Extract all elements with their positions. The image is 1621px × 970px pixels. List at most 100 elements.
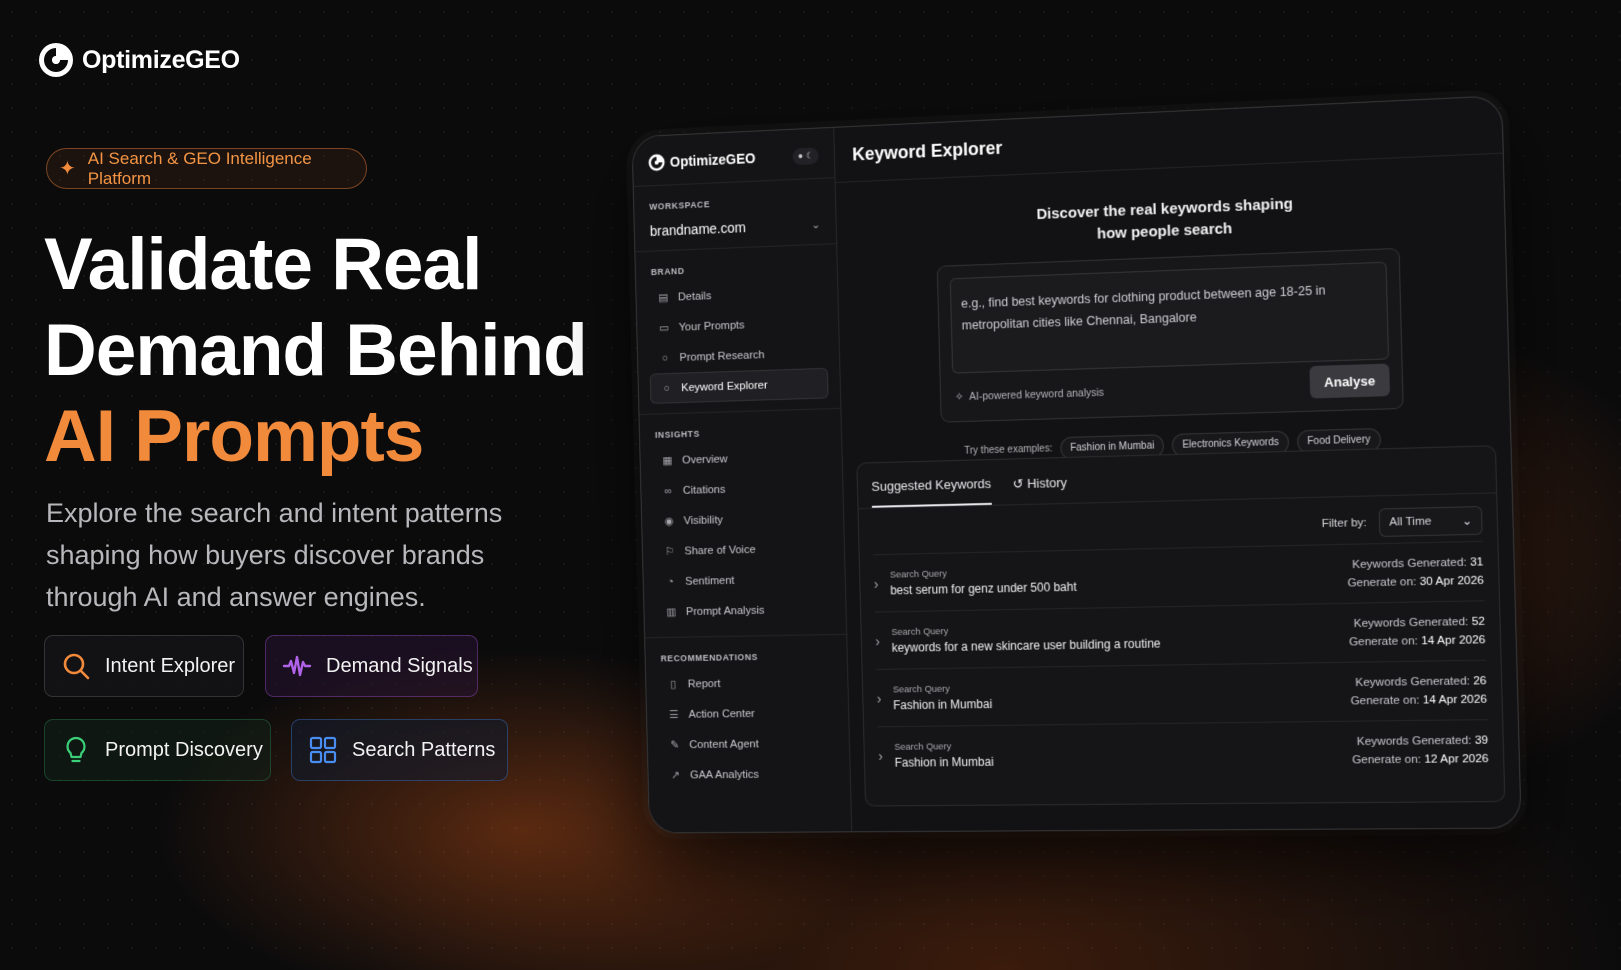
workspace-label: WORKSPACE xyxy=(649,199,711,212)
search-icon: ○ xyxy=(663,382,670,395)
sidebar-item-label: Visibility xyxy=(683,513,724,527)
sidebar-item-label: Prompt Research xyxy=(679,348,765,364)
sidebar-item-citations[interactable]: ∞ Citations xyxy=(652,471,831,506)
document-icon: ▤ xyxy=(658,291,669,305)
sidebar-item-label: Share of Voice xyxy=(684,543,756,557)
sidebar-item-label: Sentiment xyxy=(685,574,735,588)
generated-count: 39 xyxy=(1474,733,1489,747)
feature-prompt-discovery[interactable]: Prompt Discovery xyxy=(44,719,271,781)
sidebar-item-label: Your Prompts xyxy=(678,319,745,334)
optimizegeo-logo-icon xyxy=(648,153,665,172)
sidebar-item-report[interactable]: ▯ Report xyxy=(657,667,836,700)
chevron-down-icon: ⌄ xyxy=(811,218,821,231)
chevron-down-icon: ⌄ xyxy=(1461,515,1473,528)
generate-date: 12 Apr 2026 xyxy=(1424,752,1489,766)
query-card: e.g., find best keywords for clothing pr… xyxy=(936,247,1404,423)
query-text: best serum for genz under 500 baht xyxy=(890,579,1077,597)
sidebar-item-overview[interactable]: ▦ Overview xyxy=(652,441,831,476)
sidebar-item-label: Report xyxy=(687,677,721,690)
optimizegeo-logo-icon xyxy=(39,43,73,77)
sidebar-item-prompt-analysis[interactable]: ▥ Prompt Analysis xyxy=(655,594,834,628)
sidebar-item-keyword-explorer[interactable]: ○ Keyword Explorer xyxy=(649,367,829,404)
keyword-query-input[interactable]: e.g., find best keywords for clothing pr… xyxy=(949,261,1390,374)
workspace-selector[interactable]: brandname.com ⌄ xyxy=(634,209,837,253)
sidebar-item-sentiment[interactable]: ◔ Sentiment xyxy=(655,563,834,597)
tab-suggested-keywords[interactable]: Suggested Keywords xyxy=(871,475,992,508)
lightbulb-icon xyxy=(66,736,86,763)
feature-demand-signals[interactable]: Demand Signals xyxy=(265,635,478,697)
feature-intent-explorer[interactable]: Intent Explorer xyxy=(44,635,244,697)
hero-headline: Validate Real Demand Behind AI Prompts xyxy=(44,222,588,480)
chevron-right-icon[interactable]: › xyxy=(874,575,879,591)
page-title: Keyword Explorer xyxy=(834,96,1503,184)
pen-icon: ✎ xyxy=(670,739,680,752)
sidebar-item-action-center[interactable]: ☰ Action Center xyxy=(658,697,837,730)
moon-icon[interactable]: ☾ xyxy=(806,150,814,161)
chevron-right-icon[interactable]: › xyxy=(875,633,880,649)
sidebar-item-share-of-voice[interactable]: ⚐ Share of Voice xyxy=(654,532,833,566)
search-icon: ○ xyxy=(661,352,669,365)
query-label: Search Query xyxy=(889,568,948,581)
tab-history[interactable]: ↺ History xyxy=(1013,475,1068,504)
query-text: keywords for a new skincare user buildin… xyxy=(891,635,1161,655)
generate-date: 14 Apr 2026 xyxy=(1421,633,1486,647)
generated-label: Keywords Generated: xyxy=(1353,615,1469,630)
sun-icon[interactable]: ● xyxy=(798,150,803,161)
waveform-icon xyxy=(282,655,312,677)
app-mockup-window: OptimizeGEO ● ☾ WORKSPACE brandname.com … xyxy=(631,95,1522,834)
sidebar-item-label: Details xyxy=(677,289,712,303)
recommendations-section-label: RECOMMENDATIONS xyxy=(660,652,758,664)
discover-heading: Discover the real keywords shaping how p… xyxy=(836,184,1504,256)
sidebar-logo[interactable]: OptimizeGEO xyxy=(648,149,756,172)
sidebar-item-label: Citations xyxy=(682,483,726,497)
chart-icon: ↗ xyxy=(670,769,680,782)
brand-logo-lockup[interactable]: OptimizeGEO xyxy=(38,42,240,78)
filter-label: Filter by: xyxy=(1321,516,1367,531)
chevron-right-icon[interactable]: › xyxy=(878,748,883,764)
table-row[interactable]: › Search Query Fashion in Mumbai Keywords… xyxy=(876,659,1488,727)
book-icon: ▥ xyxy=(666,606,677,619)
report-icon: ▯ xyxy=(670,678,677,691)
filter-select[interactable]: All Time ⌄ xyxy=(1378,506,1483,538)
link-icon: ∞ xyxy=(664,484,673,497)
sidebar-item-label: Content Agent xyxy=(689,738,759,751)
generated-label: Keywords Generated: xyxy=(1356,734,1472,748)
feature-label: Intent Explorer xyxy=(105,654,236,677)
sidebar-item-label: GAA Analytics xyxy=(689,768,759,781)
flag-icon: ⚐ xyxy=(664,545,675,558)
sidebar-item-content-agent[interactable]: ✎ Content Agent xyxy=(659,728,838,760)
analyse-button[interactable]: Analyse xyxy=(1309,363,1391,399)
headline-line-1: Validate Real xyxy=(44,224,482,305)
platform-badge-text: AI Search & GEO Intelligence Platform xyxy=(87,148,312,188)
generate-on-label: Generate on: xyxy=(1348,634,1419,649)
query-label: Search Query xyxy=(894,740,952,753)
feature-search-patterns[interactable]: Search Patterns xyxy=(291,719,508,781)
hero-subhead: Explore the search and intent patterns s… xyxy=(46,498,503,612)
app-sidebar: OptimizeGEO ● ☾ WORKSPACE brandname.com … xyxy=(632,127,853,833)
feature-label: Search Patterns xyxy=(352,738,496,761)
platform-badge: ✦ AI Search & GEO Intelligence Platform xyxy=(46,148,367,189)
sidebar-divider xyxy=(639,407,841,416)
brand-name: OptimizeGEO xyxy=(82,45,240,74)
query-text: Fashion in Mumbai xyxy=(894,754,994,770)
generate-on-label: Generate on: xyxy=(1351,753,1422,766)
generate-on-label: Generate on: xyxy=(1347,575,1417,590)
insights-section-label: INSIGHTS xyxy=(654,428,700,440)
chevron-right-icon[interactable]: › xyxy=(877,690,882,706)
table-row[interactable]: › Search Query Fashion in Mumbai Keywords… xyxy=(877,719,1490,784)
generated-count: 31 xyxy=(1469,555,1484,569)
grid-icon: ▦ xyxy=(662,455,673,468)
generate-on-label: Generate on: xyxy=(1350,693,1420,707)
query-label: Search Query xyxy=(891,625,949,638)
results-panel: Suggested Keywords ↺ History Filter by: … xyxy=(856,445,1506,807)
search-icon xyxy=(63,653,90,680)
list-icon: ☰ xyxy=(669,709,679,721)
theme-toggle[interactable]: ● ☾ xyxy=(792,146,819,165)
generate-date: 30 Apr 2026 xyxy=(1419,574,1485,588)
sidebar-brand-name: OptimizeGEO xyxy=(669,150,756,170)
ai-note-text: AI-powered keyword analysis xyxy=(969,386,1105,403)
sidebar-item-visibility[interactable]: ◉ Visibility xyxy=(653,502,832,537)
sidebar-item-gaa-analytics[interactable]: ↗ GAA Analytics xyxy=(659,758,838,790)
sidebar-divider xyxy=(645,633,847,639)
table-row[interactable]: › Search Query keywords for a new skincar… xyxy=(874,600,1486,669)
